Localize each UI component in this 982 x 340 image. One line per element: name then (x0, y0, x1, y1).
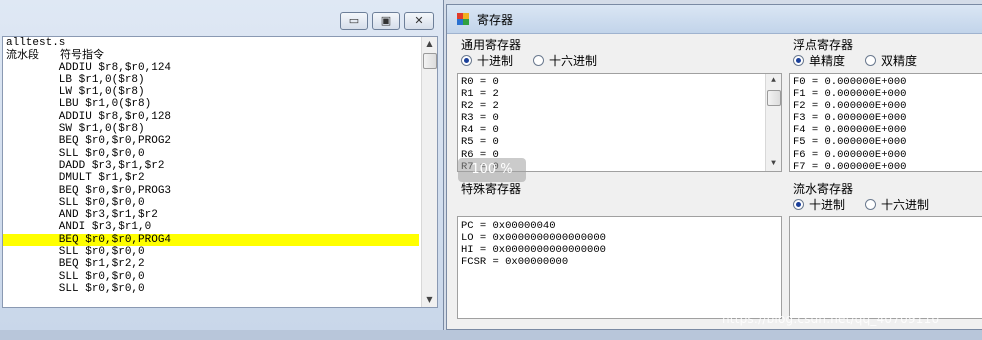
general-registers-scrollbar[interactable]: ▲ ▼ (765, 74, 781, 171)
float-register-value: F5 = 0.000000E+000 (793, 136, 907, 149)
register-window: 寄存器 通用寄存器 十进制 十六进制 R0 = 0 R1 = 2 R2 = 2 R3 … (446, 4, 982, 330)
zoom-level-overlay: 100 % (458, 158, 526, 182)
code-line[interactable]: LW $r1,0($r8) (3, 86, 419, 98)
float-registers-label: 浮点寄存器 (793, 38, 854, 52)
watermark-text: https://blog.csdn.net/qq_40709110 (722, 312, 940, 326)
float-registers-list[interactable]: F0 = 0.000000E+000 F1 = 0.000000E+000 F2 =… (789, 73, 982, 172)
code-line[interactable]: SLL $r0,$r0,0 (3, 283, 419, 295)
radio-unchecked-icon[interactable] (533, 55, 545, 66)
float-register-lines: F0 = 0.000000E+000 F1 = 0.000000E+000 F2 =… (790, 76, 982, 172)
special-register-value: LO = 0x0000000000000000 (461, 232, 606, 245)
special-registers-label: 特殊寄存器 (461, 182, 522, 196)
general-register-value: R3 = 0 (461, 112, 499, 125)
code-line[interactable]: LB $r1,0($r8) (3, 74, 419, 86)
pipeline-decimal-radio[interactable]: 十进制 (793, 196, 845, 213)
pipeline-registers-list[interactable] (789, 216, 982, 319)
minimize-button[interactable]: ▭ (340, 12, 368, 30)
float-register-value: F4 = 0.000000E+000 (793, 124, 907, 137)
radio-unchecked-icon[interactable] (865, 55, 877, 66)
code-line[interactable]: ANDI $r3,$r1,0 (3, 221, 419, 233)
scroll-thumb[interactable] (423, 53, 437, 69)
general-registers-label: 通用寄存器 (461, 38, 522, 52)
float-radio-group: 单精度 双精度 (793, 52, 937, 69)
special-registers-list[interactable]: PC = 0x00000040 LO = 0x0000000000000000 HI… (457, 216, 782, 319)
radio-checked-icon[interactable] (793, 55, 804, 66)
float-register-value: F6 = 0.000000E+000 (793, 148, 907, 161)
code-line[interactable]: ADDIU $r8,$r0,128 (3, 111, 419, 123)
special-register-value: HI = 0x0000000000000000 (461, 244, 606, 257)
code-listing[interactable]: alltest.s 流水段 符号指令 ADDIU $r8,$r0,124 LB … (2, 36, 438, 308)
radio-label: 十六进制 (881, 198, 930, 212)
maximize-button[interactable]: ▣ (372, 12, 400, 30)
code-line[interactable]: LBU $r1,0($r8) (3, 98, 419, 110)
radio-unchecked-icon[interactable] (865, 199, 877, 210)
general-decimal-radio[interactable]: 十进制 (461, 52, 513, 69)
code-line[interactable]: ADDIU $r8,$r0,124 (3, 62, 419, 74)
code-window-titlebar[interactable]: ▭ ▣ ✕ (0, 0, 443, 34)
pipeline-radio-group: 十进制 十六进制 (793, 196, 949, 213)
code-line-current[interactable]: BEQ $r0,$r0,PROG4 (3, 233, 419, 247)
general-register-value: R2 = 2 (461, 100, 499, 113)
float-register-value: F7 = 0.000000E+000 (793, 160, 907, 172)
scroll-up-arrow-icon[interactable]: ▲ (766, 74, 781, 88)
radio-label: 十进制 (809, 198, 846, 212)
code-lines: ADDIU $r8,$r0,124 LB $r1,0($r8) LW $r1,0… (3, 62, 419, 296)
window-title: 寄存器 (477, 13, 514, 27)
scroll-down-arrow-icon[interactable]: ▼ (766, 157, 781, 171)
general-register-value: R1 = 2 (461, 88, 499, 101)
code-scrollbar[interactable]: ▲ ▼ (421, 37, 437, 307)
app-icon (457, 13, 471, 25)
code-line[interactable]: SW $r1,0($r8) (3, 123, 419, 135)
radio-label: 双精度 (881, 54, 918, 68)
code-line[interactable]: SLL $r0,$r0,0 (3, 271, 419, 283)
code-line[interactable]: BEQ $r0,$r0,PROG2 (3, 135, 419, 147)
radio-checked-icon[interactable] (793, 199, 804, 210)
special-register-value: PC = 0x00000040 (461, 220, 556, 232)
radio-label: 单精度 (809, 54, 846, 68)
code-column-header: 流水段 符号指令 (6, 48, 104, 62)
radio-checked-icon[interactable] (461, 55, 472, 66)
code-window: ▭ ▣ ✕ alltest.s 流水段 符号指令 ADDIU $r8,$r0,1… (0, 0, 444, 330)
float-double-radio[interactable]: 双精度 (865, 52, 917, 69)
code-line[interactable]: AND $r3,$r1,$r2 (3, 209, 419, 221)
general-radio-group: 十进制 十六进制 (461, 52, 617, 69)
float-register-value: F0 = 0.000000E+000 (793, 76, 907, 88)
code-line[interactable]: SLL $r0,$r0,0 (3, 148, 419, 160)
special-register-lines: PC = 0x00000040 LO = 0x0000000000000000 HI… (458, 220, 781, 268)
special-register-value: FCSR = 0x00000000 (461, 256, 569, 269)
register-window-titlebar[interactable]: 寄存器 (447, 5, 982, 34)
float-register-value: F3 = 0.000000E+000 (793, 112, 907, 125)
code-line[interactable]: DADD $r3,$r1,$r2 (3, 160, 419, 172)
general-register-value: R5 = 0 (461, 136, 499, 149)
code-line[interactable]: SLL $r0,$r0,0 (3, 197, 419, 209)
code-line[interactable]: BEQ $r0,$r0,PROG3 (3, 185, 419, 197)
radio-label: 十六进制 (549, 54, 598, 68)
scroll-up-arrow-icon[interactable]: ▲ (422, 37, 437, 51)
float-register-value: F2 = 0.000000E+000 (793, 100, 907, 113)
code-line[interactable]: DMULT $r1,$r2 (3, 172, 419, 184)
float-register-value: F1 = 0.000000E+000 (793, 88, 907, 101)
general-register-value: R4 = 0 (461, 124, 499, 137)
scroll-down-arrow-icon[interactable]: ▼ (422, 293, 437, 307)
code-line[interactable]: SLL $r0,$r0,0 (3, 246, 419, 258)
code-line[interactable]: BEQ $r1,$r2,2 (3, 258, 419, 270)
general-hex-radio[interactable]: 十六进制 (533, 52, 597, 69)
close-button[interactable]: ✕ (404, 12, 434, 30)
general-register-value: R0 = 0 (461, 76, 499, 88)
bottom-edge (0, 330, 982, 340)
float-single-radio[interactable]: 单精度 (793, 52, 845, 69)
scroll-thumb[interactable] (767, 90, 781, 106)
code-text: alltest.s 流水段 符号指令 ADDIU $r8,$r0,124 LB … (3, 37, 419, 295)
radio-label: 十进制 (477, 54, 514, 68)
pipeline-hex-radio[interactable]: 十六进制 (865, 196, 929, 213)
pipeline-registers-label: 流水寄存器 (793, 182, 854, 196)
